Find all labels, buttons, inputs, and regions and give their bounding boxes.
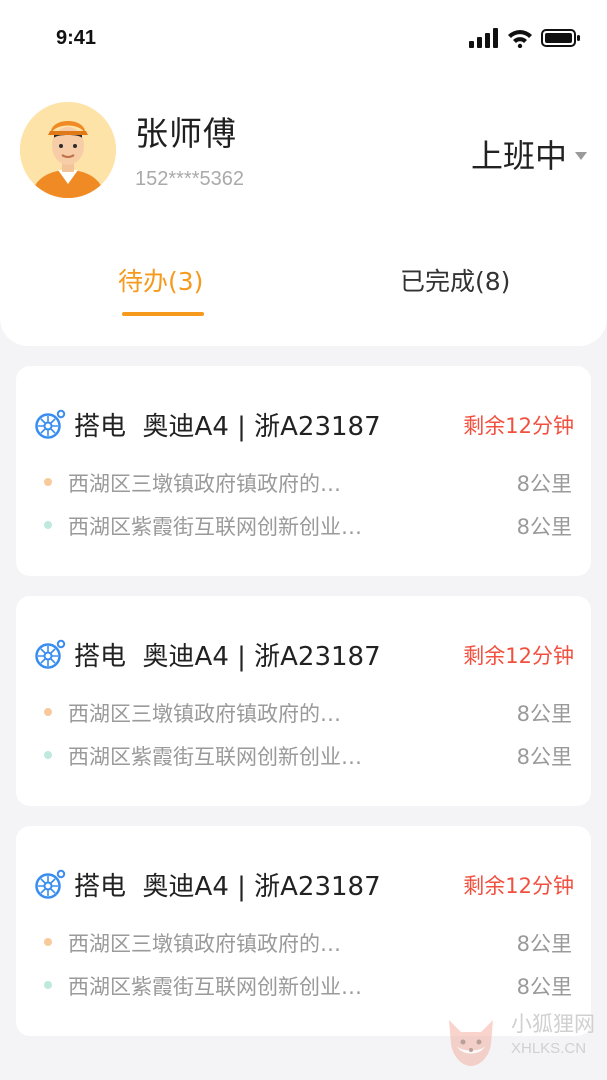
order-card[interactable]: 搭电 奥迪A4 | 浙A23187 剩余12分钟 西湖区三墩镇政府镇政府的… 8… — [16, 596, 591, 806]
wheel-icon — [35, 869, 66, 899]
to-address: 西湖区紫霞街互联网创新创业… — [68, 515, 362, 539]
header-panel: 9:41 张师傅 152****5362 上班中 待办(3) 已完成(8) — [0, 0, 607, 346]
from-distance: 8公里 — [516, 702, 572, 726]
remaining-time: 剩余12分钟 — [463, 414, 574, 438]
from-dot-icon — [44, 938, 52, 946]
battery-icon — [541, 29, 580, 47]
caret-down-icon — [575, 152, 587, 160]
driver-name: 张师傅 — [135, 114, 237, 153]
status-time: 9:41 — [56, 27, 97, 49]
work-status-label: 上班中 — [470, 137, 567, 175]
watermark-text: 小狐狸网 — [511, 1012, 595, 1036]
driver-avatar-icon — [20, 102, 116, 198]
order-title: 搭电 奥迪A4 | 浙A23187 — [74, 412, 381, 442]
remaining-time: 剩余12分钟 — [463, 874, 574, 898]
order-title-row: 搭电 奥迪A4 | 浙A23187 剩余12分钟 — [34, 406, 574, 442]
to-dot-icon — [44, 521, 52, 529]
from-address: 西湖区三墩镇政府镇政府的… — [68, 702, 341, 726]
work-status-dropdown[interactable]: 上班中 — [471, 131, 587, 177]
driver-phone: 152****5362 — [135, 168, 244, 190]
to-address-row: 西湖区紫霞街互联网创新创业… 8公里 — [44, 741, 572, 769]
avatar[interactable] — [20, 102, 116, 198]
order-title: 搭电 奥迪A4 | 浙A23187 — [74, 872, 381, 902]
to-address-row: 西湖区紫霞街互联网创新创业… 8公里 — [44, 971, 572, 999]
watermark-domain: XHLKS.CN — [511, 1040, 587, 1057]
from-address-row: 西湖区三墩镇政府镇政府的… 8公里 — [44, 698, 572, 726]
to-dot-icon — [44, 751, 52, 759]
from-address: 西湖区三墩镇政府镇政府的… — [68, 472, 341, 496]
order-title-row: 搭电 奥迪A4 | 浙A23187 剩余12分钟 — [34, 866, 574, 902]
from-dot-icon — [44, 478, 52, 486]
wheel-icon — [35, 639, 66, 669]
cellular-signal-icon — [469, 28, 498, 48]
order-title: 搭电 奥迪A4 | 浙A23187 — [74, 642, 381, 672]
order-card[interactable]: 搭电 奥迪A4 | 浙A23187 剩余12分钟 西湖区三墩镇政府镇政府的… 8… — [16, 366, 591, 576]
status-icons — [469, 26, 581, 50]
active-tab-indicator — [122, 312, 204, 316]
remaining-time: 剩余12分钟 — [463, 644, 574, 668]
to-address-row: 西湖区紫霞街互联网创新创业… 8公里 — [44, 511, 572, 539]
from-distance: 8公里 — [516, 932, 572, 956]
to-dot-icon — [44, 981, 52, 989]
order-title-row: 搭电 奥迪A4 | 浙A23187 剩余12分钟 — [34, 636, 574, 672]
to-address: 西湖区紫霞街互联网创新创业… — [68, 975, 362, 999]
from-dot-icon — [44, 708, 52, 716]
from-address-row: 西湖区三墩镇政府镇政府的… 8公里 — [44, 468, 572, 496]
tab-completed[interactable]: 已完成(8) — [400, 262, 510, 298]
to-address: 西湖区紫霞街互联网创新创业… — [68, 745, 362, 769]
to-distance: 8公里 — [516, 515, 572, 539]
from-address: 西湖区三墩镇政府镇政府的… — [68, 932, 341, 956]
from-distance: 8公里 — [516, 472, 572, 496]
tab-pending[interactable]: 待办(3) — [118, 262, 203, 298]
to-distance: 8公里 — [516, 975, 572, 999]
watermark: 小狐狸网 XHLKS.CN — [439, 1004, 599, 1074]
from-address-row: 西湖区三墩镇政府镇政府的… 8公里 — [44, 928, 572, 956]
to-distance: 8公里 — [516, 745, 572, 769]
wheel-icon — [35, 409, 66, 439]
fox-logo-icon — [449, 1020, 493, 1066]
wifi-icon — [508, 30, 532, 48]
status-bar: 9:41 — [0, 0, 607, 80]
